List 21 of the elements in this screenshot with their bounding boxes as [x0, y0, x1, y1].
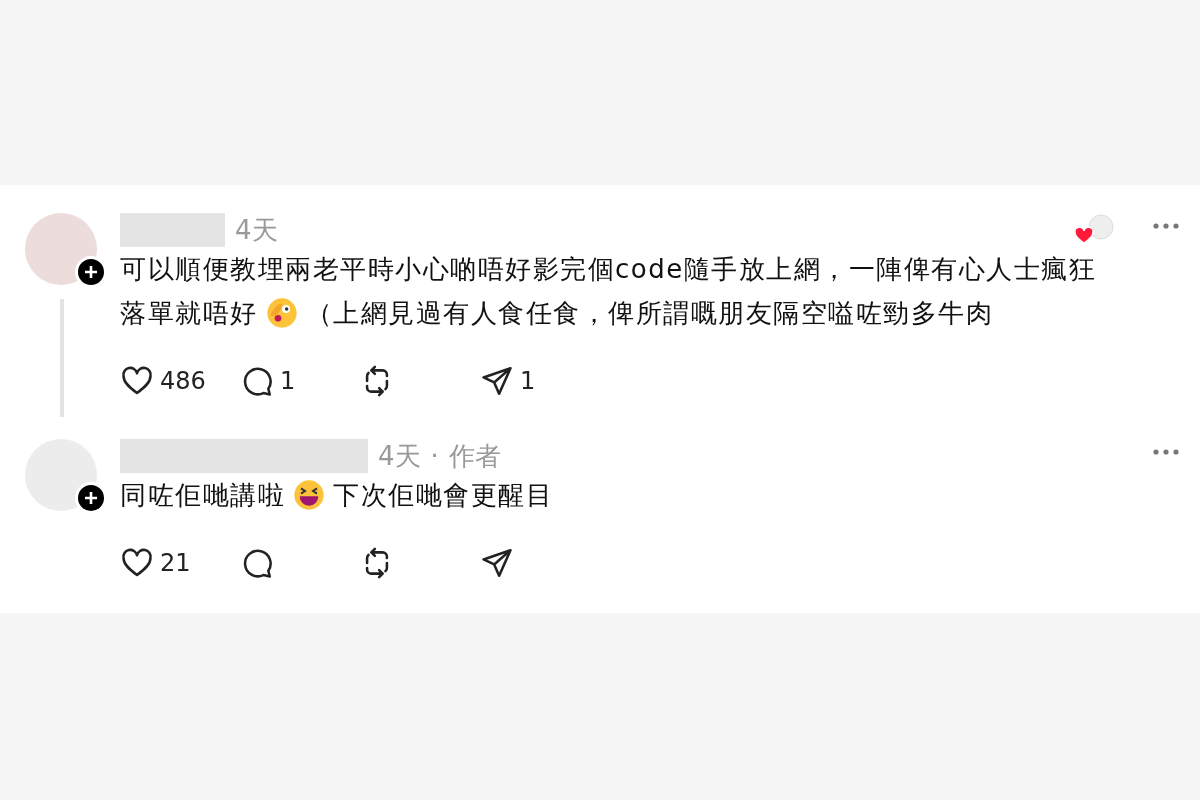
timestamp: 4天 — [235, 213, 278, 247]
follow-plus-icon[interactable] — [75, 482, 107, 514]
comment-text: 落單就唔好 — [120, 297, 258, 330]
follow-plus-icon[interactable] — [75, 256, 107, 288]
more-options-icon[interactable] — [1152, 221, 1180, 231]
comment-text: 同咗佢哋講啦 — [120, 479, 285, 512]
send-button[interactable]: 1 — [480, 363, 600, 399]
separator-dot: · — [430, 439, 439, 473]
comment-text: （上網見過有人食任食，俾所謂嘅朋友隔空嗌咗勁多牛肉 — [305, 297, 993, 330]
comment-button[interactable]: 1 — [240, 363, 360, 399]
heart-button[interactable]: 486 — [120, 363, 240, 399]
more-options-icon[interactable] — [1152, 447, 1180, 457]
heart-button[interactable]: 21 — [120, 545, 240, 581]
send-icon — [480, 364, 514, 398]
author-label: 作者 — [448, 439, 501, 473]
laughing-face-icon — [293, 479, 325, 511]
comment-text: 下次佢哋會更醒目 — [333, 479, 553, 512]
timestamp: 4天 — [378, 439, 421, 473]
peeking-face-icon — [265, 297, 298, 329]
send-icon — [480, 546, 514, 580]
comment-text: 可以順便教埋兩老平時小心啲唔好影完個code隨手放上網，一陣俾有心人士瘋狂 — [120, 253, 1097, 286]
